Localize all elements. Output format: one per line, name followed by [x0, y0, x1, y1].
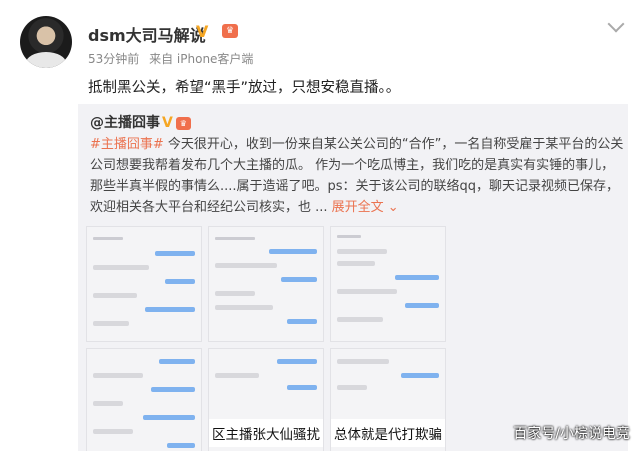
repost-author[interactable]: @主播囧事 V ♛ [90, 112, 191, 132]
chevron-down-icon[interactable] [607, 15, 625, 33]
image-thumbnail[interactable] [86, 348, 202, 451]
repost-author-name[interactable]: @主播囧事 [90, 115, 160, 131]
post-header: dsm大司马解说 V ♛ 53分钟前 来自 iPhone客户端 抵制黑公关，希望… [0, 0, 640, 102]
author-name[interactable]: dsm大司马解说 [88, 22, 206, 46]
image-thumbnail[interactable]: 总体就是代打欺骗 [330, 348, 446, 451]
image-thumbnail[interactable] [330, 226, 446, 342]
crown-icon: ♛ [222, 24, 238, 38]
post-text: 抵制黑公关，希望“黑手”放过，只想安稳直播。。 [88, 80, 401, 96]
watermark: 百家号/小棕说电竞 [513, 426, 630, 442]
image-thumbnail[interactable]: 区主播张大仙骚扰 [208, 348, 324, 451]
avatar[interactable] [20, 16, 72, 68]
repost-card[interactable]: @主播囧事 V ♛ #主播囧事# 今天很开心，收到一份来自某公关公司的“合作”，一名… [78, 104, 628, 451]
post-source: 来自 iPhone客户端 [149, 52, 254, 66]
repost-body: #主播囧事# 今天很开心，收到一份来自某公关公司的“合作”，一名自称受雇于某平台… [90, 134, 624, 218]
image-caption: 区主播张大仙骚扰 [209, 419, 323, 447]
post-meta: 53分钟前 来自 iPhone客户端 [88, 50, 259, 67]
hashtag-link[interactable]: #主播囧事# [90, 137, 164, 152]
verified-badge-icon: V [162, 115, 173, 131]
image-thumbnail[interactable] [86, 226, 202, 342]
post-time: 53分钟前 [88, 52, 140, 66]
verified-badge-icon: V [196, 22, 209, 41]
expand-full-text-link[interactable]: 展开全文 ⌄ [332, 200, 399, 215]
image-caption: 总体就是代打欺骗 [331, 419, 445, 447]
image-thumbnail[interactable] [208, 226, 324, 342]
crown-icon: ♛ [175, 116, 191, 130]
